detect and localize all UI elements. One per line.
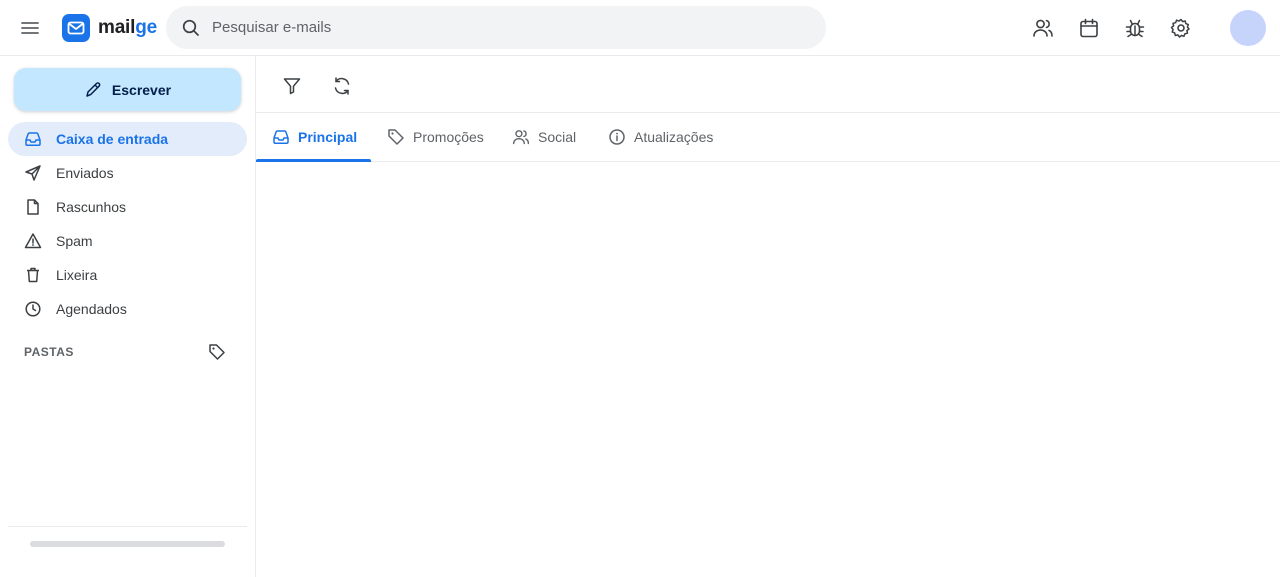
tab-principal[interactable]: Principal: [272, 113, 357, 161]
mail-toolbar: [256, 56, 1280, 113]
message-list: [256, 162, 1280, 577]
category-tabs: Principal Promoções Social Atualizações: [256, 113, 1280, 162]
mail-logo-icon: [62, 14, 90, 42]
warning-icon: [24, 233, 42, 249]
contacts-button[interactable]: [1029, 14, 1057, 42]
people-icon: [512, 128, 530, 146]
sidebar-item-scheduled[interactable]: Agendados: [8, 292, 247, 326]
search-input[interactable]: [212, 6, 812, 49]
tab-promocoes[interactable]: Promoções: [387, 113, 484, 161]
trash-icon: [27, 267, 39, 283]
filter-button[interactable]: [276, 70, 308, 102]
tab-label: Atualizações: [634, 129, 714, 145]
compose-button[interactable]: Escrever: [14, 68, 241, 111]
tab-social[interactable]: Social: [512, 113, 576, 161]
tab-label: Principal: [298, 129, 358, 145]
sidebar-item-label: Caixa de entrada: [56, 131, 169, 147]
tag-icon: [387, 128, 405, 146]
sidebar: Escrever Caixa de entrada Enviados Rascu…: [0, 56, 256, 577]
user-avatar[interactable]: [1230, 10, 1266, 46]
info-icon: [608, 128, 626, 146]
settings-button[interactable]: [1167, 14, 1195, 42]
sidebar-item-label: Enviados: [56, 165, 114, 181]
tab-label: Promoções: [413, 129, 484, 145]
compose-label: Escrever: [111, 81, 172, 98]
folders-heading: PASTAS: [24, 345, 74, 359]
search-icon: [182, 19, 199, 36]
sidebar-item-label: Agendados: [56, 301, 127, 317]
contacts-icon: [1033, 19, 1053, 37]
sidebar-item-inbox[interactable]: Caixa de entrada: [8, 122, 247, 156]
sidebar-item-spam[interactable]: Spam: [8, 224, 247, 258]
tag-icon: [209, 344, 225, 360]
refresh-icon: [334, 77, 350, 95]
menu-icon: [21, 22, 39, 34]
bug-report-button[interactable]: [1121, 14, 1149, 42]
draft-icon: [27, 199, 39, 215]
sidebar-item-drafts[interactable]: Rascunhos: [8, 190, 247, 224]
sidebar-item-label: Lixeira: [56, 267, 98, 283]
sidebar-item-trash[interactable]: Lixeira: [8, 258, 247, 292]
tab-label: Social: [538, 129, 577, 145]
send-icon: [25, 165, 41, 181]
sidebar-item-label: Spam: [56, 233, 93, 249]
storage-bar: [30, 541, 225, 547]
calendar-icon: [1080, 18, 1098, 38]
sidebar-item-sent[interactable]: Enviados: [8, 156, 247, 190]
pencil-icon: [86, 81, 101, 97]
inbox-icon: [25, 132, 41, 146]
search-bar[interactable]: [166, 6, 826, 49]
app-name: mailge: [98, 17, 157, 38]
sidebar-divider: [8, 526, 247, 527]
bug-icon: [1125, 19, 1145, 38]
inbox-icon: [272, 128, 290, 146]
calendar-button[interactable]: [1075, 14, 1103, 42]
top-bar: mailge: [0, 0, 1280, 56]
clock-icon: [25, 301, 41, 317]
sidebar-item-label: Rascunhos: [56, 199, 127, 215]
settings-icon: [1170, 18, 1190, 38]
main-menu-button[interactable]: [14, 12, 46, 44]
add-folder-button[interactable]: [207, 342, 227, 362]
refresh-button[interactable]: [326, 70, 358, 102]
app-logo[interactable]: mailge: [62, 14, 157, 42]
tab-atualizacoes[interactable]: Atualizações: [608, 113, 713, 161]
filter-icon: [283, 78, 301, 95]
